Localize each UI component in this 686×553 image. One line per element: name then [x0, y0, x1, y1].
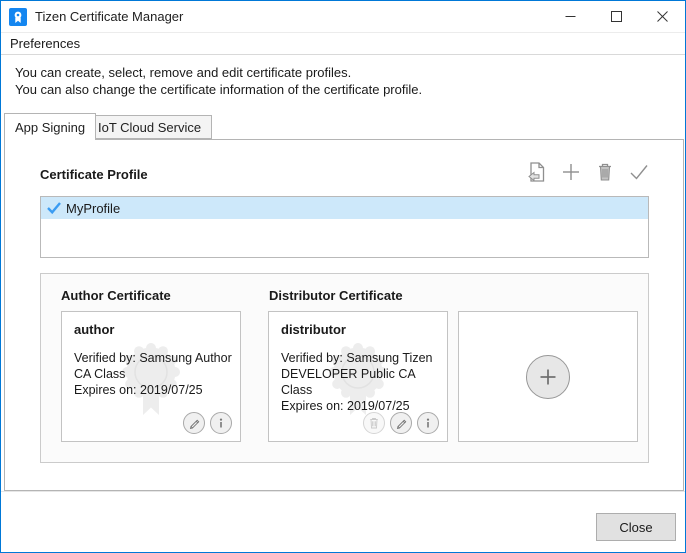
profile-list[interactable]: MyProfile — [40, 196, 649, 258]
distributor-cert-actions — [363, 412, 439, 434]
app-icon — [9, 8, 27, 26]
profile-list-item-myprofile[interactable]: MyProfile — [41, 197, 648, 219]
close-button[interactable]: Close — [596, 513, 676, 541]
window-title: Tizen Certificate Manager — [35, 9, 183, 24]
description-line-1: You can create, select, remove and edit … — [15, 64, 685, 81]
certificate-profile-title: Certificate Profile — [40, 167, 148, 182]
distributor-cert-details: Verified by: Samsung Tizen DEVELOPER Pub… — [281, 350, 439, 414]
add-distributor-certificate-card — [458, 311, 638, 442]
description-line-2: You can also change the certificate info… — [15, 81, 685, 98]
footer-bar: Close — [1, 491, 685, 552]
maximize-button[interactable] — [593, 1, 639, 32]
author-cert-details: Verified by: Samsung Author CA Class Exp… — [74, 350, 232, 398]
author-certificate-heading: Author Certificate — [61, 288, 171, 303]
title-bar[interactable]: Tizen Certificate Manager — [1, 1, 685, 33]
edit-author-certificate-button[interactable] — [183, 412, 205, 434]
add-profile-button[interactable] — [558, 159, 584, 185]
menu-bar: Preferences — [1, 33, 685, 55]
trash-icon — [368, 417, 380, 429]
add-profile-icon — [561, 162, 581, 182]
tizen-certificate-manager-window: Tizen Certificate Manager Preferences Yo… — [0, 0, 686, 553]
maximize-icon — [611, 11, 622, 22]
close-icon — [657, 11, 668, 22]
profile-toolbar — [524, 159, 652, 185]
distributor-certificate-info-button[interactable] — [417, 412, 439, 434]
author-certificate-info-button[interactable] — [210, 412, 232, 434]
add-distributor-certificate-button[interactable] — [526, 355, 570, 399]
set-active-profile-button[interactable] — [626, 159, 652, 185]
minimize-button[interactable] — [547, 1, 593, 32]
remove-profile-icon — [595, 162, 615, 182]
distributor-cert-verified-by: Verified by: Samsung Tizen DEVELOPER Pub… — [281, 350, 439, 398]
remove-profile-button[interactable] — [592, 159, 618, 185]
description-text: You can create, select, remove and edit … — [1, 55, 685, 98]
distributor-cert-name: distributor — [281, 322, 346, 337]
certificates-group: Author Certificate Distributor Certifica… — [40, 273, 649, 463]
tab-app-signing[interactable]: App Signing — [4, 113, 96, 140]
plus-icon — [538, 367, 558, 387]
edit-distributor-certificate-button[interactable] — [390, 412, 412, 434]
author-cert-verified-by: Verified by: Samsung Author CA Class — [74, 350, 232, 382]
author-cert-name: author — [74, 322, 114, 337]
import-profile-icon — [526, 161, 548, 183]
info-icon — [422, 417, 434, 429]
minimize-icon — [565, 11, 576, 22]
import-profile-button[interactable] — [524, 159, 550, 185]
menu-preferences[interactable]: Preferences — [1, 36, 89, 51]
active-profile-check-icon — [46, 200, 62, 216]
window-controls — [547, 1, 685, 32]
distributor-certificate-heading: Distributor Certificate — [269, 288, 403, 303]
author-certificate-card: author Verified by: Samsung Author CA Cl… — [61, 311, 241, 442]
pencil-icon — [395, 417, 407, 429]
author-cert-actions — [183, 412, 232, 434]
tab-iot-cloud-service[interactable]: IoT Cloud Service — [87, 115, 212, 139]
app-signing-panel: Certificate Profile — [4, 139, 684, 491]
distributor-certificate-card: distributor Verified by: Samsung Tizen D… — [268, 311, 448, 442]
close-window-button[interactable] — [639, 1, 685, 32]
author-cert-expires: Expires on: 2019/07/25 — [74, 382, 232, 398]
profile-name: MyProfile — [66, 201, 120, 216]
pencil-icon — [188, 417, 200, 429]
remove-distributor-certificate-button[interactable] — [363, 412, 385, 434]
check-icon — [628, 161, 650, 183]
info-icon — [215, 417, 227, 429]
